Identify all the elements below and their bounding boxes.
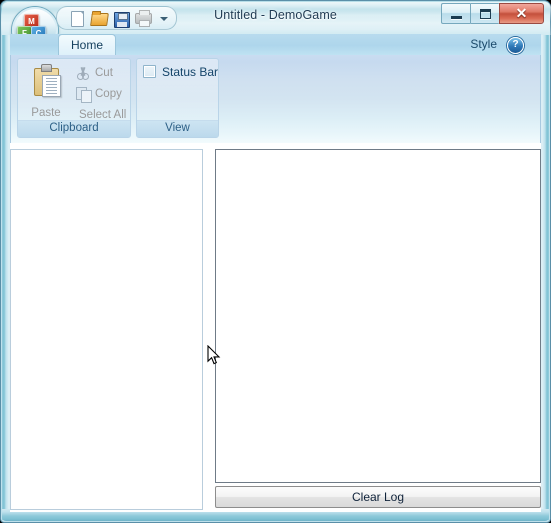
cut-button[interactable]: Cut bbox=[74, 63, 130, 83]
maximize-icon bbox=[480, 9, 491, 19]
status-bar-checkbox[interactable] bbox=[143, 65, 156, 78]
style-label[interactable]: Style bbox=[470, 37, 497, 51]
customize-quick-access-toolbar-button[interactable] bbox=[157, 9, 171, 28]
ribbon-tab-strip: Home Style ? bbox=[10, 34, 541, 56]
client-area: Clear Log bbox=[10, 143, 541, 512]
copy-icon bbox=[76, 87, 92, 103]
cut-label: Cut bbox=[95, 67, 113, 79]
status-bar-label: Status Bar bbox=[162, 65, 219, 79]
window-controls: ✕ bbox=[441, 3, 544, 24]
ribbon-group-view: Status Bar View bbox=[136, 58, 219, 138]
paste-button[interactable]: Paste bbox=[23, 61, 69, 119]
cut-icon bbox=[76, 66, 90, 80]
frame-right-edge bbox=[540, 35, 549, 520]
application-window: Untitled - DemoGame ✕ M F C bbox=[0, 0, 551, 523]
copy-label: Copy bbox=[95, 88, 122, 100]
minimize-button[interactable] bbox=[441, 3, 470, 24]
quick-access-toolbar bbox=[56, 6, 177, 30]
save-icon bbox=[114, 11, 130, 28]
log-pane: Clear Log bbox=[215, 149, 541, 510]
view-pane[interactable] bbox=[10, 149, 203, 510]
print-button[interactable] bbox=[132, 9, 153, 28]
ribbon-group-title-clipboard: Clipboard bbox=[18, 120, 130, 137]
tab-home[interactable]: Home bbox=[58, 34, 116, 56]
open-button[interactable] bbox=[88, 9, 109, 28]
minimize-icon bbox=[451, 16, 462, 19]
ribbon-group-title-view: View bbox=[137, 120, 218, 137]
clipboard-clip bbox=[41, 64, 52, 72]
help-icon[interactable]: ? bbox=[507, 37, 524, 54]
log-textarea[interactable] bbox=[215, 149, 541, 483]
print-icon bbox=[135, 9, 152, 27]
save-button[interactable] bbox=[110, 9, 131, 28]
close-icon: ✕ bbox=[515, 5, 528, 21]
paste-page bbox=[42, 75, 61, 97]
copy-button[interactable]: Copy bbox=[74, 84, 130, 104]
new-button[interactable] bbox=[66, 9, 87, 28]
ribbon: Paste Cut Copy Select All Clipboard Stat… bbox=[10, 55, 541, 143]
ribbon-group-clipboard: Paste Cut Copy Select All Clipboard bbox=[17, 58, 131, 138]
open-icon bbox=[90, 12, 109, 26]
clear-log-button[interactable]: Clear Log bbox=[215, 486, 541, 508]
paste-icon bbox=[34, 64, 61, 97]
close-button[interactable]: ✕ bbox=[499, 3, 544, 24]
new-icon bbox=[71, 10, 84, 27]
paste-label: Paste bbox=[31, 107, 61, 119]
maximize-button[interactable] bbox=[470, 3, 499, 24]
